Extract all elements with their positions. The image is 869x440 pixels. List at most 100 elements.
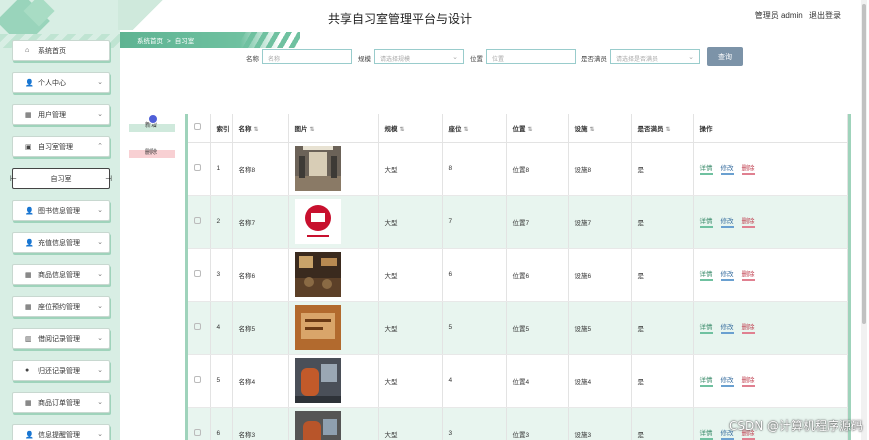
cell-seats: 8 xyxy=(442,142,507,196)
edit-button[interactable]: 修改 xyxy=(720,268,734,281)
delete-row-button[interactable]: 删除 xyxy=(741,268,755,281)
cell-size: 大型 xyxy=(378,142,443,196)
detail-button[interactable]: 详情 xyxy=(699,215,713,228)
sidebar-item[interactable]: 👤 图书信息管理 ⌄ xyxy=(12,200,110,221)
cell-facility: 设施5 xyxy=(568,301,632,355)
detail-button[interactable]: 详情 xyxy=(699,321,713,334)
edit-button[interactable]: 修改 xyxy=(720,374,734,387)
sidebar-menu: ⌂ 系统首页 👤 个人中心 ⌄ ▦ 用户管理 ⌄ ▣ 自习室管理 ⌃ ⊢ 自习室 ⊣ 👤 图书信息管理 ⌄ 👤 充值… xyxy=(10,40,112,440)
row-checkbox[interactable] xyxy=(194,164,201,171)
sort-icon: ⇅ xyxy=(309,126,315,133)
cell-facility: 设施3 xyxy=(568,407,632,440)
table-row[interactable]: 4 名称5 大型 5 位置5 设施5 是详情 修改 删除 xyxy=(188,301,848,355)
page-scrollbar[interactable] xyxy=(861,0,867,440)
room-image[interactable] xyxy=(294,411,341,440)
header-decoration xyxy=(118,0,178,30)
page-title: 共享自习室管理平台与设计 xyxy=(327,12,472,26)
full-select[interactable]: 请选择是否满员 ⌄ xyxy=(610,49,700,64)
delete-row-button[interactable]: 删除 xyxy=(741,374,755,387)
detail-button[interactable]: 详情 xyxy=(699,162,713,175)
row-select-cell[interactable] xyxy=(188,195,211,249)
grid-icon: ▦ xyxy=(25,271,32,279)
sidebar-item-label: 商品订单管理 xyxy=(38,399,80,407)
delete-row-button[interactable]: 删除 xyxy=(741,215,755,228)
sidebar-item[interactable]: ▥ 借阅记录管理 ⌄ xyxy=(12,328,110,349)
sidebar-item[interactable]: ▣ 自习室管理 ⌃ xyxy=(12,136,110,157)
edit-button[interactable]: 修改 xyxy=(720,162,734,175)
row-checkbox[interactable] xyxy=(194,429,201,436)
delete-row-button[interactable]: 删除 xyxy=(741,162,755,175)
name-label: 名称 xyxy=(246,56,259,63)
room-image[interactable] xyxy=(294,305,341,350)
select-all-checkbox[interactable] xyxy=(194,123,201,131)
cell-name: 名称8 xyxy=(232,142,289,196)
cell-seats: 3 xyxy=(442,407,507,440)
row-select-cell[interactable] xyxy=(188,354,211,408)
sidebar-item[interactable]: 👤 信息提醒管理 ⌄ xyxy=(12,424,110,440)
column-header-image[interactable]: 图片 ⇅ xyxy=(288,114,379,143)
user-icon: 👤 xyxy=(25,207,34,215)
cell-seats: 4 xyxy=(442,354,507,408)
row-checkbox[interactable] xyxy=(194,270,201,277)
cell-index: 1 xyxy=(210,142,233,196)
row-select-cell[interactable] xyxy=(188,142,211,196)
edit-button[interactable]: 修改 xyxy=(720,321,734,334)
column-header-location[interactable]: 位置 ⇅ xyxy=(506,114,569,143)
table-row[interactable]: 1 名称8 大型 8 位置8 设施8 是详情 修改 删除 xyxy=(188,142,848,196)
column-header-seats[interactable]: 座位 ⇅ xyxy=(442,114,507,143)
table-row[interactable]: 3 名称6 大型 6 位置6 设施6 是详情 修改 删除 xyxy=(188,248,848,302)
sidebar-item[interactable]: 👤 充值信息管理 ⌄ xyxy=(12,232,110,253)
table-row[interactable]: 2 名称7 大型 7 位置7 设施7 是详情 修改 删除 xyxy=(188,195,848,249)
cell-image xyxy=(288,407,379,440)
breadcrumb-home[interactable]: 系统首页 xyxy=(137,38,163,45)
logout-link[interactable]: 退出登录 xyxy=(809,11,841,20)
room-image[interactable] xyxy=(294,252,341,297)
table-row[interactable]: 5 名称4 大型 4 位置4 设施4 是详情 修改 删除 xyxy=(188,354,848,408)
sidebar-item[interactable]: ▦ 商品信息管理 ⌄ xyxy=(12,264,110,285)
row-select-cell[interactable] xyxy=(188,248,211,302)
grid-icon: ▦ xyxy=(25,111,32,119)
scrollbar-thumb[interactable] xyxy=(862,4,866,324)
row-checkbox[interactable] xyxy=(194,323,201,330)
column-header-size[interactable]: 规模 ⇅ xyxy=(378,114,443,143)
sidebar-subitem[interactable]: ⊢ 自习室 ⊣ xyxy=(10,168,112,189)
row-checkbox[interactable] xyxy=(194,217,201,224)
location-input[interactable]: 位置 xyxy=(486,49,576,64)
column-header-label: 图片 xyxy=(294,125,308,133)
detail-button[interactable]: 详情 xyxy=(699,268,713,281)
cell-index: 6 xyxy=(210,407,233,440)
chevron-down-icon: ⌄ xyxy=(688,54,694,61)
sidebar-item[interactable]: ▦ 用户管理 ⌄ xyxy=(12,104,110,125)
row-checkbox[interactable] xyxy=(194,376,201,383)
cell-index: 4 xyxy=(210,301,233,355)
edit-button[interactable]: 修改 xyxy=(720,215,734,228)
detail-button[interactable]: 详情 xyxy=(699,427,713,440)
tick-icon: ⊣ xyxy=(105,174,112,183)
room-image[interactable] xyxy=(294,199,341,244)
chevron-down-icon: ⌄ xyxy=(97,303,103,310)
row-select-cell[interactable] xyxy=(188,301,211,355)
column-header-name[interactable]: 名称 ⇅ xyxy=(232,114,289,143)
name-input[interactable]: 名称 xyxy=(262,49,352,64)
room-image[interactable] xyxy=(294,146,341,191)
row-select-cell[interactable] xyxy=(188,407,211,440)
detail-button[interactable]: 详情 xyxy=(699,374,713,387)
delete-row-button[interactable]: 删除 xyxy=(741,321,755,334)
cell-name: 名称3 xyxy=(232,407,289,440)
sidebar-item[interactable]: ▦ 座位预约管理 ⌄ xyxy=(12,296,110,317)
room-image[interactable] xyxy=(294,358,341,403)
cell-name: 名称5 xyxy=(232,301,289,355)
watermark: CSDN @计算机程序源码 xyxy=(728,419,863,433)
sidebar-item[interactable]: ▦ 商品订单管理 ⌄ xyxy=(12,392,110,413)
sidebar-item[interactable]: 👤 个人中心 ⌄ xyxy=(12,72,110,93)
sidebar-item[interactable]: ● 归还记录管理 ⌄ xyxy=(12,360,110,381)
cell-name: 名称7 xyxy=(232,195,289,249)
select-all-header[interactable] xyxy=(188,114,211,143)
column-header-full[interactable]: 是否满员 ⇅ xyxy=(631,114,694,143)
column-header-index: 索引 xyxy=(210,114,233,143)
column-header-facility[interactable]: 设施 ⇅ xyxy=(568,114,632,143)
chevron-down-icon: ⌄ xyxy=(97,431,103,438)
cell-size: 大型 xyxy=(378,248,443,302)
search-button[interactable]: 查询 xyxy=(707,47,743,66)
size-select[interactable]: 请选择规模 ⌄ xyxy=(374,49,464,64)
